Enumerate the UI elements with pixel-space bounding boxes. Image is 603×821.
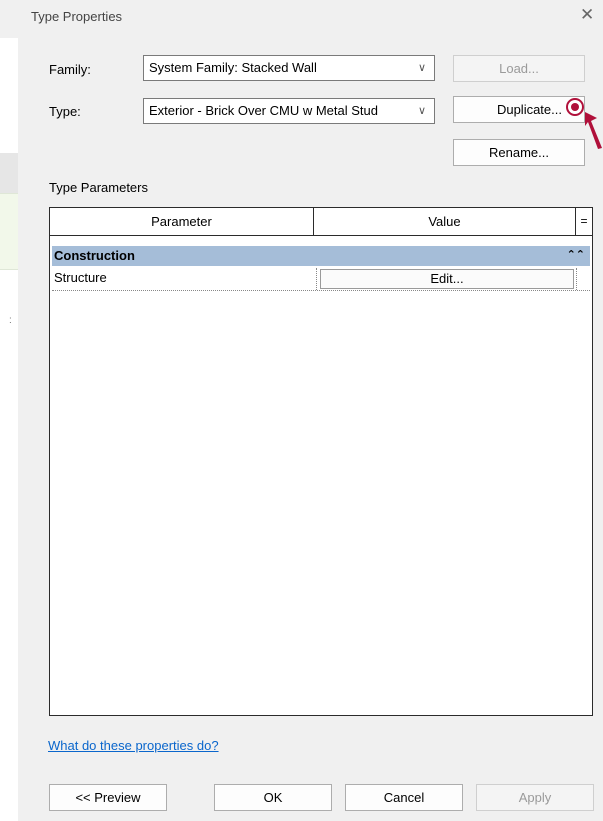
help-link[interactable]: What do these properties do? (48, 738, 219, 753)
background-band (0, 193, 18, 270)
annotation-marker-icon (566, 98, 584, 116)
ok-button[interactable]: OK (214, 784, 332, 811)
background-band (0, 153, 18, 193)
pointer-arrow-icon (585, 112, 602, 149)
column-header-parameter[interactable]: Parameter (50, 208, 314, 236)
load-button[interactable]: Load... (453, 55, 585, 82)
structure-edit-button[interactable]: Edit... (320, 269, 574, 289)
table-row[interactable]: Structure Edit... (52, 268, 590, 291)
type-parameters-grid[interactable]: Parameter Value = Construction ⌃⌃ Struct… (49, 207, 593, 716)
preview-button[interactable]: << Preview (49, 784, 167, 811)
parameter-name: Structure (54, 270, 107, 285)
group-title: Construction (54, 248, 135, 263)
double-chevron-up-icon[interactable]: ⌃⌃ (567, 248, 585, 261)
type-label: Type: (49, 104, 81, 119)
background-tick: : (9, 315, 12, 326)
chevron-down-icon: ∨ (417, 105, 426, 117)
formula-cell[interactable] (576, 268, 591, 290)
background-window-edge: : (0, 38, 18, 821)
type-parameters-label: Type Parameters (49, 180, 148, 195)
type-dropdown[interactable]: Exterior - Brick Over CMU w Metal Stud ∨ (143, 98, 435, 124)
type-properties-dialog: Type Properties ✕ : Family: System Famil… (0, 0, 603, 821)
column-header-value[interactable]: Value (314, 208, 576, 236)
type-value: Exterior - Brick Over CMU w Metal Stud (149, 103, 378, 118)
group-row-construction[interactable]: Construction ⌃⌃ (52, 246, 590, 266)
family-value: System Family: Stacked Wall (149, 60, 317, 75)
value-cell: Edit... (316, 268, 575, 290)
chevron-down-icon: ∨ (417, 62, 426, 74)
rename-button[interactable]: Rename... (453, 139, 585, 166)
family-dropdown[interactable]: System Family: Stacked Wall ∨ (143, 55, 435, 81)
close-icon[interactable]: ✕ (580, 5, 594, 25)
family-label: Family: (49, 62, 91, 77)
dialog-title: Type Properties (31, 9, 123, 24)
column-header-formula[interactable]: = (576, 208, 592, 236)
cancel-button[interactable]: Cancel (345, 784, 463, 811)
duplicate-button[interactable]: Duplicate... (453, 96, 585, 123)
apply-button[interactable]: Apply (476, 784, 594, 811)
